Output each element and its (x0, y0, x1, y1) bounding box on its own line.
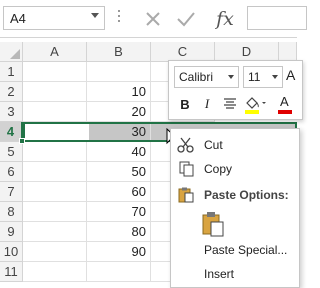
cell-b6[interactable]: 50 (87, 162, 151, 182)
cell-b11[interactable] (87, 262, 151, 282)
fill-color-button[interactable] (242, 93, 270, 115)
paste-button[interactable] (201, 211, 225, 237)
bold-button[interactable]: B (175, 93, 195, 115)
paste-clipboard-icon (202, 212, 224, 237)
cell-b5[interactable]: 40 (87, 142, 151, 162)
row-header-9[interactable]: 9 (0, 222, 23, 242)
column-header-e[interactable] (279, 42, 297, 62)
font-name-value: Calibri (179, 70, 214, 84)
font-color-label: A (280, 94, 289, 109)
column-header-c[interactable]: C (151, 42, 215, 62)
font-name-select[interactable]: Calibri (174, 66, 239, 88)
cell-b2[interactable]: 10 (87, 82, 151, 102)
formula-input[interactable] (247, 6, 307, 30)
fill-handle[interactable] (19, 138, 25, 144)
active-cell-a4[interactable] (25, 124, 89, 140)
row-header-7[interactable]: 7 (0, 182, 23, 202)
menu-item-copy[interactable]: Copy (171, 158, 301, 180)
font-color-button[interactable]: A (275, 93, 299, 115)
cell-b10[interactable]: 90 (87, 242, 151, 262)
name-box[interactable]: A4 (3, 6, 105, 30)
align-center-icon (224, 98, 236, 109)
copy-label: Copy (204, 162, 233, 176)
cell-b7[interactable]: 60 (87, 182, 151, 202)
cell-b3[interactable]: 20 (87, 102, 151, 122)
italic-button[interactable]: I (197, 93, 217, 115)
paste-options-header: Paste Options: (171, 184, 301, 206)
font-size-select[interactable]: 11 (243, 66, 283, 88)
formula-bar: A4 fx (0, 0, 307, 38)
row-header-8[interactable]: 8 (0, 202, 23, 222)
cell-a7[interactable] (23, 182, 87, 202)
font-size-value: 11 (248, 70, 261, 84)
cell-b9[interactable]: 80 (87, 222, 151, 242)
paint-bucket-icon (245, 97, 266, 114)
select-all-button[interactable] (0, 42, 23, 62)
chevron-down-icon[interactable] (228, 75, 234, 79)
cut-label: Cut (204, 138, 223, 152)
cell-a3[interactable] (23, 102, 87, 122)
insert-function-button[interactable]: fx (212, 7, 238, 31)
cell-a9[interactable] (23, 222, 87, 242)
menu-item-cut[interactable]: Cut (171, 134, 301, 156)
mini-toolbar: Calibri 11 A B I A (168, 60, 303, 120)
column-header-a[interactable]: A (23, 42, 87, 62)
cell-a10[interactable] (23, 242, 87, 262)
cell-a8[interactable] (23, 202, 87, 222)
copy-icon (179, 161, 194, 177)
cell-a1[interactable] (23, 62, 87, 82)
fx-label: fx (216, 8, 234, 30)
drag-handle-icon[interactable] (117, 10, 121, 26)
row-header-10[interactable]: 10 (0, 242, 23, 262)
row-header-6[interactable]: 6 (0, 162, 23, 182)
clipboard-icon (178, 187, 194, 203)
column-header-d[interactable]: D (215, 42, 279, 62)
paste-options-label: Paste Options: (204, 188, 289, 202)
cell-a5[interactable] (23, 142, 87, 162)
cell-a2[interactable] (23, 82, 87, 102)
name-box-value: A4 (10, 11, 26, 26)
enter-check-icon[interactable] (173, 7, 199, 31)
cell-a11[interactable] (23, 262, 87, 282)
scissors-icon (177, 137, 194, 153)
column-header-b[interactable]: B (87, 42, 151, 62)
row-header-2[interactable]: 2 (0, 82, 23, 102)
cell-b8[interactable]: 70 (87, 202, 151, 222)
chevron-down-icon[interactable] (272, 75, 278, 79)
chevron-down-icon[interactable] (91, 13, 99, 18)
cell-a6[interactable] (23, 162, 87, 182)
paste-special-label: Paste Special... (204, 243, 288, 257)
row-header-11[interactable]: 11 (0, 262, 23, 282)
row-header-3[interactable]: 3 (0, 102, 23, 122)
cancel-icon[interactable] (140, 7, 166, 31)
grow-font-button[interactable]: A (286, 67, 295, 83)
align-center-button[interactable] (220, 93, 240, 115)
insert-label: Insert (204, 267, 235, 281)
context-menu: Cut Copy Paste Options: Paste Special...… (170, 128, 300, 288)
cell-b1[interactable] (87, 62, 151, 82)
row-header-1[interactable]: 1 (0, 62, 23, 82)
menu-item-paste-special[interactable]: Paste Special... (171, 239, 301, 261)
row-header-5[interactable]: 5 (0, 142, 23, 162)
